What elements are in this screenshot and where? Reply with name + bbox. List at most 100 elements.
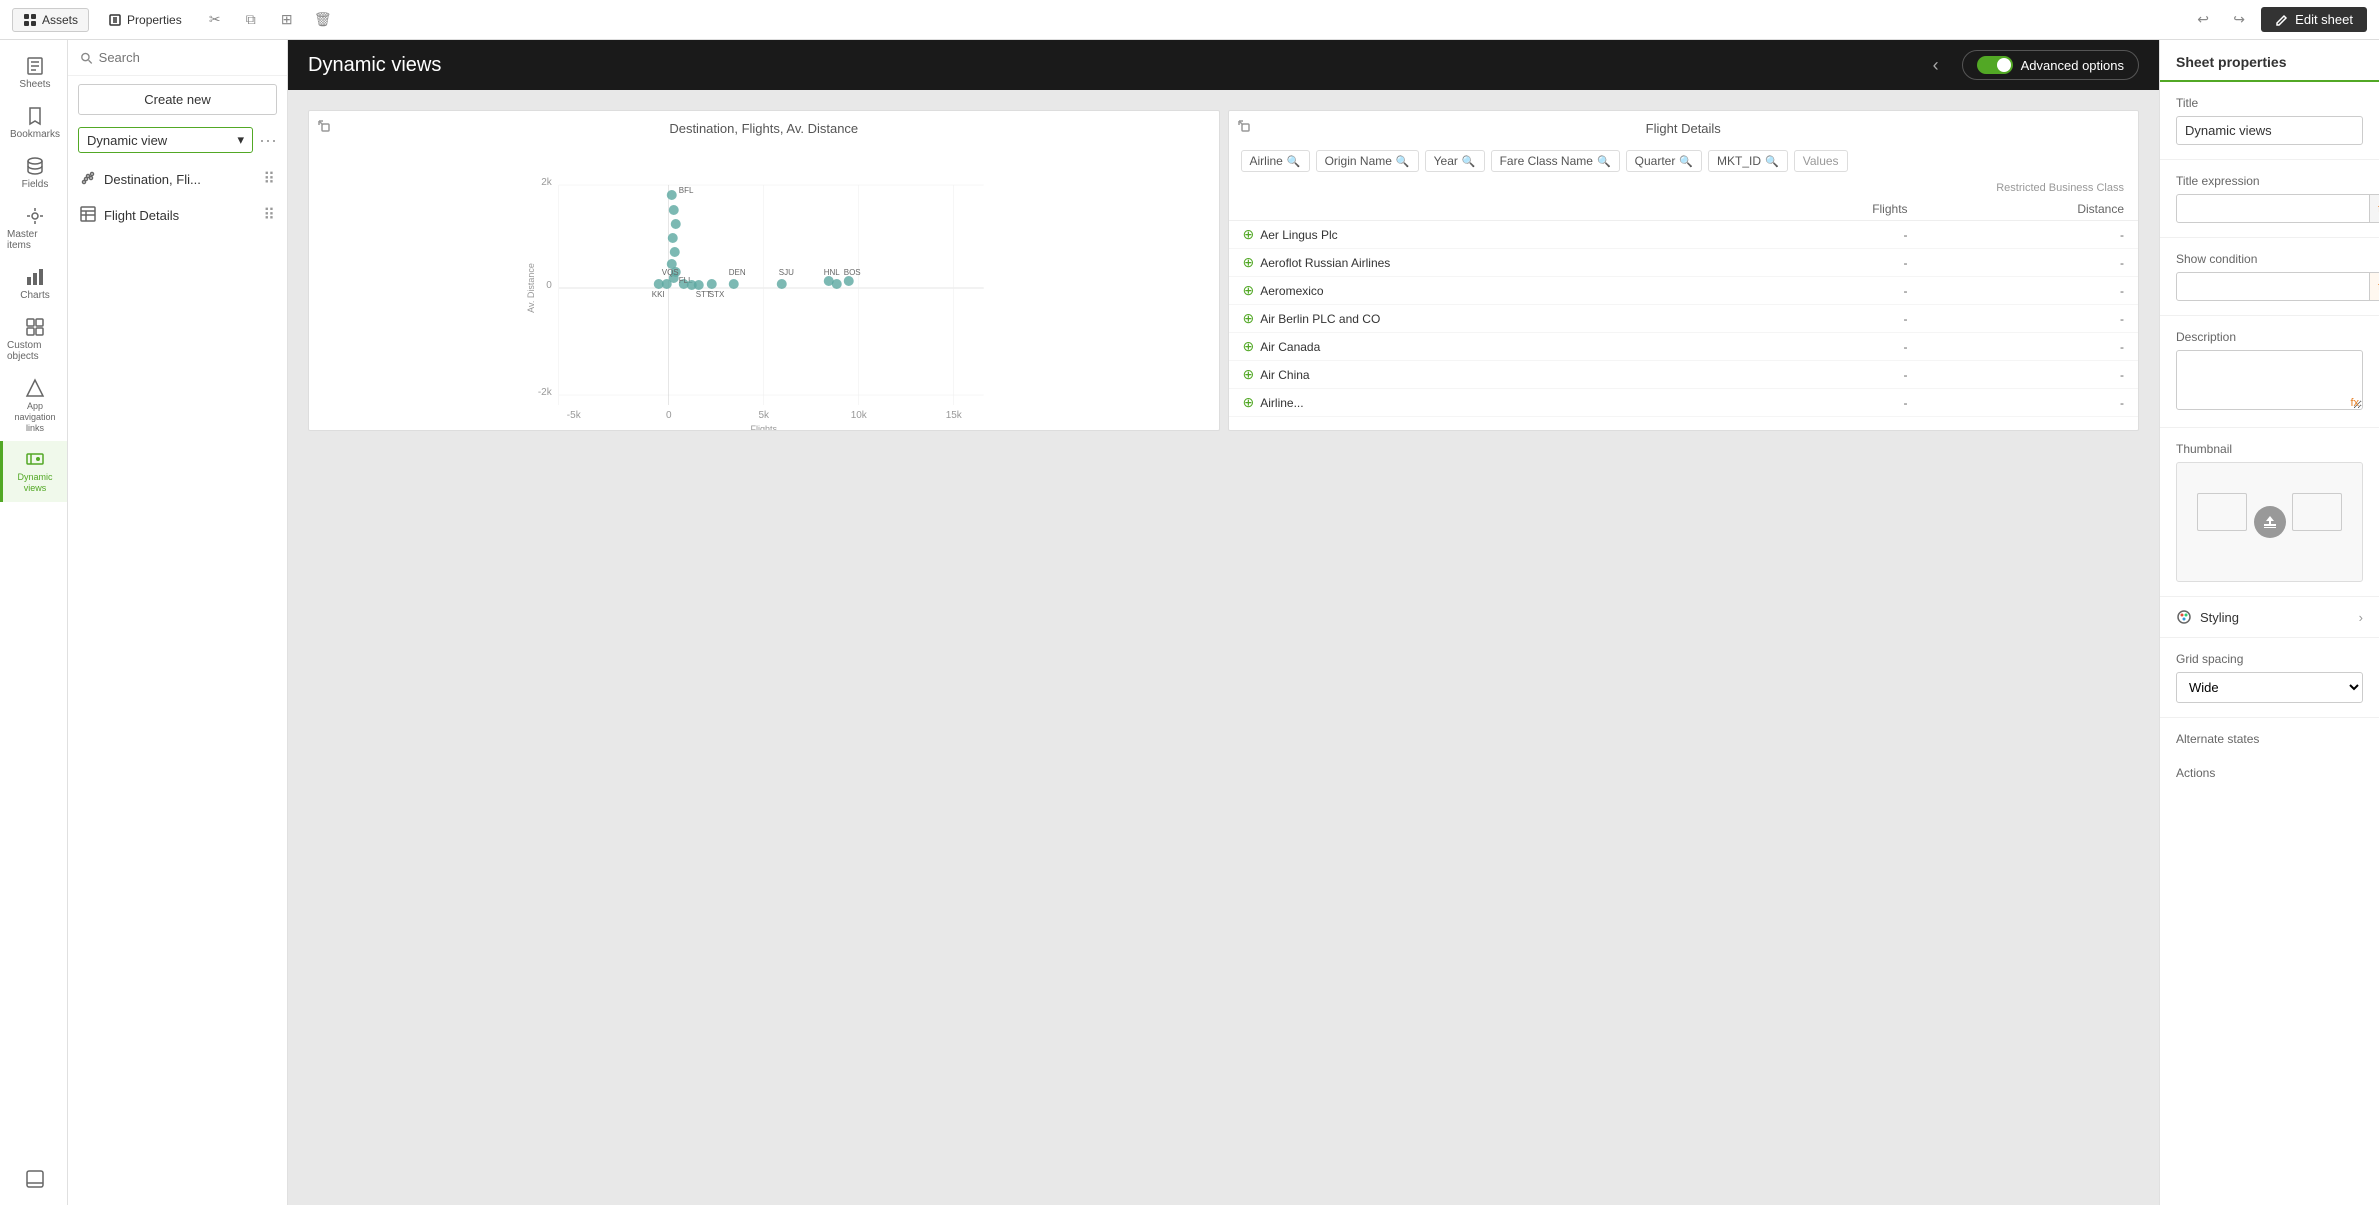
filter-mkt-id[interactable]: MKT_ID 🔍 — [1708, 150, 1788, 172]
svg-text:BOS: BOS — [844, 268, 861, 277]
sidebar-bottom — [18, 1161, 49, 1205]
show-condition-input[interactable] — [2176, 272, 2370, 301]
dynamic-views-icon — [25, 449, 45, 469]
sidebar-item-master-items[interactable]: Master items — [0, 198, 67, 259]
styling-label: Styling — [2200, 610, 2239, 625]
advanced-options-toggle[interactable]: Advanced options — [1962, 50, 2139, 80]
assets-search-bar — [68, 40, 287, 76]
paste-btn[interactable]: ⊞ — [273, 6, 301, 34]
sidebar-item-charts[interactable]: Charts — [0, 259, 67, 309]
thumbnail-area[interactable] — [2176, 462, 2363, 582]
filter-origin-name[interactable]: Origin Name 🔍 — [1316, 150, 1419, 172]
table-row: ⊕ Air China - - — [1229, 361, 2139, 389]
search-input[interactable] — [99, 50, 275, 65]
filter-airline[interactable]: Airline 🔍 — [1241, 150, 1310, 172]
charts-label: Charts — [20, 290, 49, 301]
thumbnail-frame-left — [2197, 493, 2247, 531]
assets-tab[interactable]: Assets — [12, 8, 89, 32]
styling-left: Styling — [2176, 609, 2239, 625]
thumbnail-upload-icon[interactable] — [2254, 506, 2286, 538]
expand-icon[interactable]: ⊕ — [1243, 310, 1255, 327]
col-flights-header: Flights — [1738, 198, 1922, 221]
svg-text:HNL: HNL — [824, 268, 841, 277]
destination-more-btn[interactable]: ⠿ — [263, 169, 275, 189]
more-options-btn[interactable]: ··· — [253, 130, 277, 151]
table-row: ⊕ Aeromexico - - — [1229, 277, 2139, 305]
title-input[interactable] — [2176, 116, 2363, 145]
fields-label: Fields — [22, 179, 49, 190]
edit-sheet-button[interactable]: Edit sheet — [2261, 7, 2367, 32]
fields-icon — [25, 156, 45, 176]
filter-quarter-search-icon: 🔍 — [1679, 155, 1693, 168]
sidebar-item-bottom[interactable] — [18, 1161, 49, 1197]
filter-quarter-label: Quarter — [1635, 154, 1676, 168]
redo-btn[interactable]: ↪ — [2225, 6, 2253, 34]
edit-sheet-label: Edit sheet — [2295, 12, 2353, 27]
sidebar-item-bookmarks[interactable]: Bookmarks — [0, 98, 67, 148]
asset-item-destination[interactable]: Destination, Fli... ⠿ — [68, 161, 287, 197]
flight-details-more-btn[interactable]: ⠿ — [263, 205, 275, 225]
show-condition-fx-btn[interactable]: fx — [2370, 272, 2379, 301]
main-title: Dynamic views — [308, 54, 441, 77]
svg-text:-2k: -2k — [538, 387, 553, 398]
nav-back-btn[interactable]: ‹ — [1922, 51, 1950, 79]
dynamic-views-label: Dynamic views — [7, 472, 63, 494]
scatter-export-icon[interactable] — [317, 119, 331, 136]
row-aer-lingus: ⊕ Aer Lingus Plc — [1229, 221, 1738, 249]
alternate-states-section: Alternate states — [2160, 718, 2379, 752]
row-aeromexico: ⊕ Aeromexico — [1229, 277, 1738, 305]
asset-item-flight-details[interactable]: Flight Details ⠿ — [68, 197, 287, 233]
title-expression-fx-btn[interactable]: fx — [2370, 194, 2379, 223]
description-fx-btn[interactable]: fx — [2350, 397, 2359, 409]
properties-tab-label: Properties — [127, 13, 182, 27]
filter-airline-search-icon: 🔍 — [1287, 155, 1301, 168]
cut-btn[interactable]: ✂ — [201, 6, 229, 34]
table-row: ⊕ Aer Lingus Plc - - — [1229, 221, 2139, 249]
styling-row[interactable]: Styling › — [2160, 597, 2379, 638]
create-new-button[interactable]: Create new — [78, 84, 277, 115]
delete-btn[interactable]: 🗑 — [309, 6, 337, 34]
expand-icon[interactable]: ⊕ — [1243, 366, 1255, 383]
table-export-icon[interactable] — [1237, 119, 1251, 136]
expand-icon[interactable]: ⊕ — [1243, 394, 1255, 411]
assets-list: Destination, Fli... ⠿ Flight Details ⠿ — [68, 161, 287, 1205]
scatter-chart-title: Destination, Flights, Av. Distance — [323, 121, 1205, 136]
properties-tab[interactable]: Properties — [97, 8, 193, 32]
sidebar-item-sheets[interactable]: Sheets — [0, 48, 67, 98]
svg-text:5k: 5k — [758, 410, 770, 421]
assets-icon — [23, 13, 37, 27]
filter-fare-class[interactable]: Fare Class Name 🔍 — [1491, 150, 1620, 172]
actions-label: Actions — [2176, 766, 2215, 780]
styling-chevron-icon: › — [2359, 610, 2363, 625]
description-textarea[interactable] — [2176, 350, 2363, 410]
filter-quarter[interactable]: Quarter 🔍 — [1626, 150, 1702, 172]
svg-text:15k: 15k — [946, 410, 963, 421]
title-expression-section: Title expression fx — [2160, 160, 2379, 238]
main-topbar-right: ‹ Advanced options — [1922, 50, 2139, 80]
expand-icon[interactable]: ⊕ — [1243, 254, 1255, 271]
custom-objects-label: Custom objects — [7, 340, 63, 362]
expand-icon[interactable]: ⊕ — [1243, 226, 1255, 243]
title-expression-input[interactable] — [2176, 194, 2370, 223]
expand-icon[interactable]: ⊕ — [1243, 282, 1255, 299]
dropdown-arrow: ▾ — [237, 132, 244, 148]
filter-fare-label: Fare Class Name — [1500, 154, 1593, 168]
copy-btn[interactable]: ⧉ — [237, 6, 265, 34]
col-distance-header: Distance — [1922, 198, 2138, 221]
sheets-icon — [25, 56, 45, 76]
sidebar-item-app-navigation[interactable]: App navigation links — [0, 370, 67, 441]
canvas-area: Destination, Flights, Av. Distance 2k 0 … — [288, 90, 2159, 1205]
dynamic-view-dropdown[interactable]: Dynamic view ▾ — [78, 127, 253, 153]
restricted-label: Restricted Business Class — [1229, 178, 2139, 198]
filter-year-label: Year — [1434, 154, 1458, 168]
filter-origin-label: Origin Name — [1325, 154, 1392, 168]
filter-year[interactable]: Year 🔍 — [1425, 150, 1485, 172]
grid-spacing-select[interactable]: Wide Medium Narrow — [2176, 672, 2363, 703]
undo-btn[interactable]: ↩ — [2189, 6, 2217, 34]
sidebar-item-fields[interactable]: Fields — [0, 148, 67, 198]
sidebar-item-custom-objects[interactable]: Custom objects — [0, 309, 67, 370]
filter-mkt-search-icon: 🔍 — [1765, 155, 1779, 168]
sidebar-item-dynamic-views[interactable]: Dynamic views — [0, 441, 67, 502]
expand-icon[interactable]: ⊕ — [1243, 338, 1255, 355]
master-items-label: Master items — [7, 229, 63, 251]
